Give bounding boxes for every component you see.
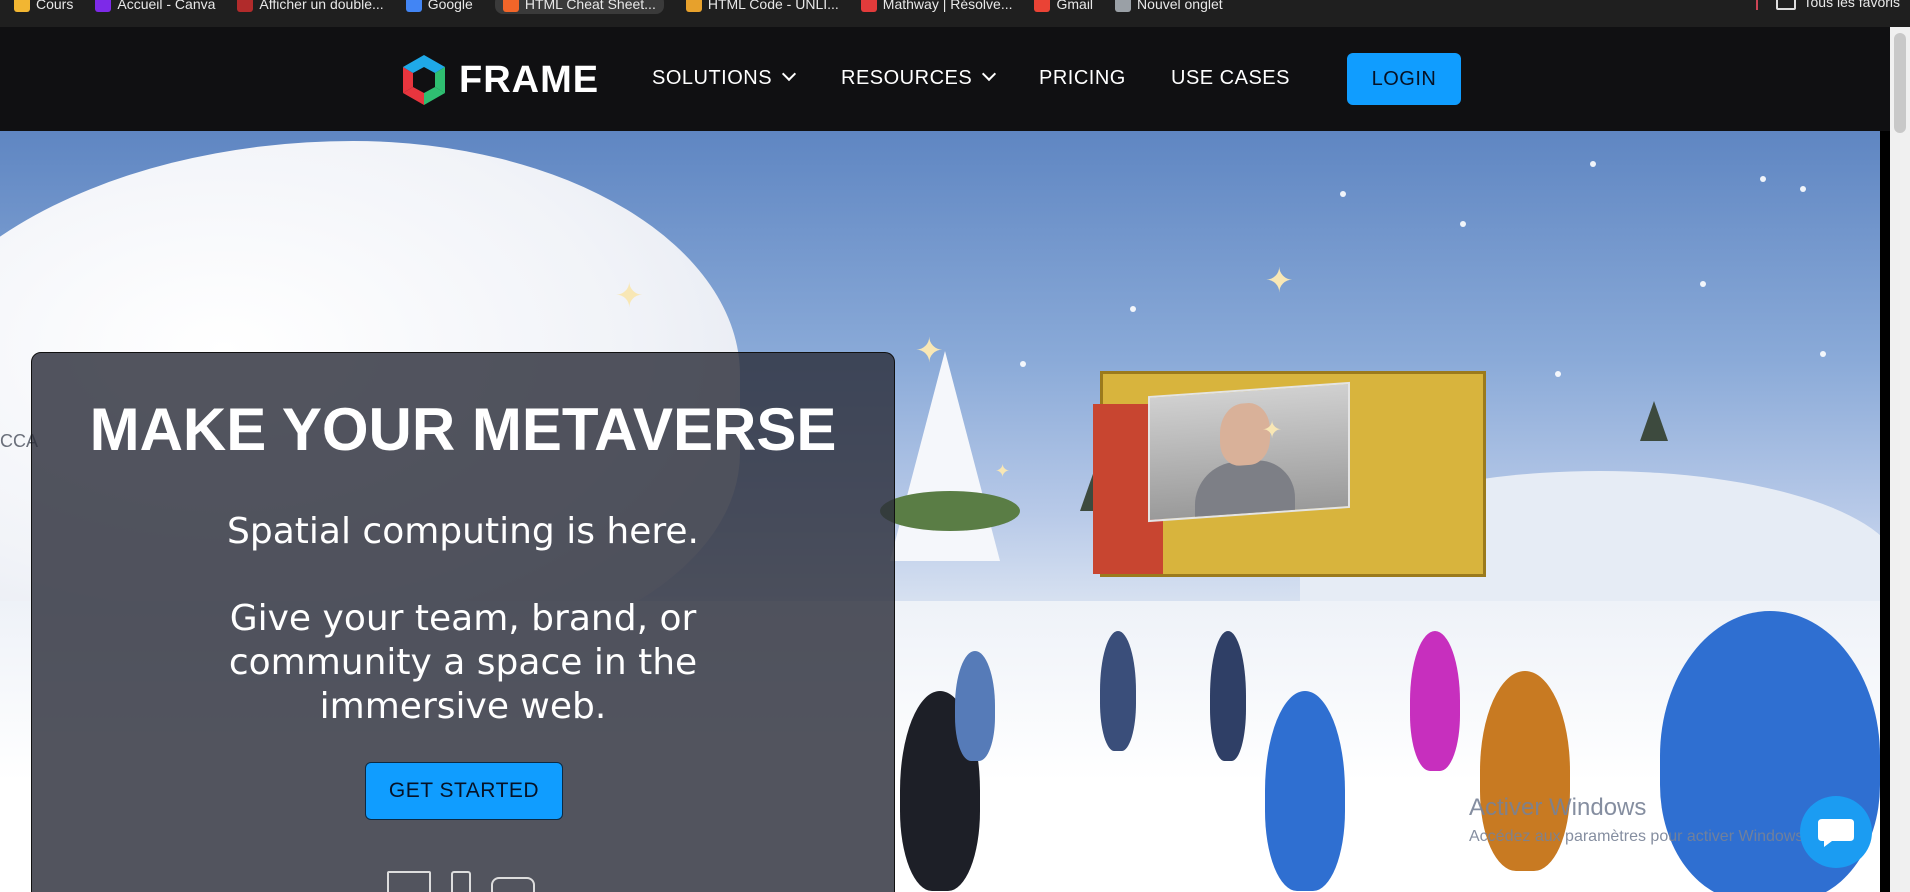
logo-text: FRAME bbox=[459, 58, 600, 101]
bookmark-label: Gmail bbox=[1056, 0, 1094, 12]
snowflake bbox=[1700, 281, 1706, 287]
bookmark-favicon-icon bbox=[1034, 0, 1051, 12]
bookmark-label: Cours bbox=[36, 0, 74, 12]
nav-pricing[interactable]: PRICING bbox=[1039, 67, 1126, 90]
avatar bbox=[1210, 631, 1246, 761]
snowflake bbox=[1020, 361, 1026, 367]
snowflake bbox=[1760, 176, 1766, 182]
bookmark-item[interactable]: Nouvel onglet bbox=[1115, 0, 1223, 14]
star-icon: ✦ bbox=[1265, 261, 1294, 301]
hero-headline: MAKE YOUR METAVERSE bbox=[89, 396, 837, 463]
bookmark-item[interactable]: Mathway | Résolve... bbox=[860, 0, 1013, 14]
bookmark-favicon-icon bbox=[860, 0, 877, 12]
chat-button[interactable] bbox=[1800, 796, 1872, 868]
pine-tree bbox=[1640, 401, 1668, 441]
hero-description: Give your team, brand, or community a sp… bbox=[228, 598, 698, 727]
bookmark-favicon-icon bbox=[502, 0, 519, 12]
nav-use-cases[interactable]: USE CASES bbox=[1171, 67, 1290, 90]
bookmark-item[interactable]: Accueil - Canva bbox=[95, 0, 215, 14]
snowflake bbox=[1820, 351, 1826, 357]
bookmark-label: Nouvel onglet bbox=[1137, 0, 1223, 12]
bookmark-item[interactable]: Google bbox=[405, 0, 473, 14]
snowflake bbox=[1800, 186, 1806, 192]
star-icon: ✦ bbox=[615, 276, 644, 316]
site-header: FRAME SOLUTIONS RESOURCES PRICING USE CA… bbox=[0, 27, 1890, 131]
bookmark-label: Accueil - Canva bbox=[117, 0, 216, 12]
bookmark-favicon-icon bbox=[237, 0, 254, 12]
nav-resources-label: RESOURCES bbox=[841, 67, 973, 89]
desktop-icon bbox=[387, 871, 431, 892]
video-screen bbox=[1148, 381, 1350, 523]
bookmark-favicon-icon bbox=[95, 0, 112, 12]
avatar bbox=[1410, 631, 1460, 771]
folder-icon bbox=[1775, 0, 1796, 10]
frame-logo-icon bbox=[403, 55, 445, 105]
nav-solutions-label: SOLUTIONS bbox=[652, 67, 773, 89]
nav-solutions[interactable]: SOLUTIONS bbox=[652, 66, 797, 90]
star-icon: ✦ bbox=[915, 331, 944, 371]
all-favorites[interactable]: Tous les favoris bbox=[1755, 0, 1900, 10]
device-icons bbox=[387, 871, 535, 892]
snowflake bbox=[1340, 191, 1346, 197]
bookmark-label: Google bbox=[427, 0, 473, 12]
hero-card: MAKE YOUR METAVERSE Spatial computing is… bbox=[31, 352, 895, 892]
windows-activation-watermark: Activer Windows Accédez aux paramètres p… bbox=[1469, 794, 1808, 846]
bookmark-favicon-icon bbox=[1115, 0, 1132, 12]
bookmark-item[interactable]: Gmail bbox=[1034, 0, 1093, 14]
phone-icon bbox=[451, 871, 471, 892]
login-button[interactable]: LOGIN bbox=[1347, 53, 1461, 105]
bookmark-item[interactable]: Cours bbox=[14, 0, 73, 14]
hero-subline: Spatial computing is here. bbox=[227, 511, 699, 552]
chevron-down-icon bbox=[782, 66, 797, 82]
avatar bbox=[1100, 631, 1136, 751]
star-icon: ✦ bbox=[1262, 416, 1283, 444]
snowflake bbox=[1590, 161, 1596, 167]
bookmark-item[interactable]: HTML Cheat Sheet... bbox=[494, 0, 664, 14]
snowflake bbox=[1130, 306, 1136, 312]
bookmark-label: Mathway | Résolve... bbox=[882, 0, 1013, 12]
star-icon: ✦ bbox=[995, 461, 1011, 482]
bookmark-favicon-icon bbox=[405, 0, 422, 12]
snowflake bbox=[1460, 221, 1466, 227]
person-body bbox=[1195, 457, 1295, 517]
chat-bubble-icon bbox=[1818, 819, 1854, 847]
bookmark-label: Afficher un double... bbox=[259, 0, 384, 12]
bookmark-item[interactable]: HTML Code - UNLI... bbox=[685, 0, 839, 14]
all-favorites-label: Tous les favoris bbox=[1803, 0, 1900, 10]
tree-garland bbox=[880, 491, 1020, 531]
frame-logo[interactable]: FRAME bbox=[399, 53, 599, 107]
bookmarks-list: Cours Accueil - Canva Afficher un double..… bbox=[14, 0, 1223, 14]
hero-section: ✦ ✦ ✦ ✦ ✦ CCA MAKE YOUR METAVERSE Spatia… bbox=[0, 131, 1880, 892]
watermark-title: Activer Windows bbox=[1469, 794, 1647, 821]
chevron-down-icon bbox=[982, 66, 997, 82]
bookmark-label: HTML Code - UNLI... bbox=[707, 0, 839, 12]
page-scrollbar[interactable] bbox=[1890, 27, 1910, 892]
vr-headset-icon bbox=[491, 877, 535, 892]
scrollbar-thumb[interactable] bbox=[1894, 33, 1906, 133]
bookmark-favicon-icon bbox=[685, 0, 702, 12]
bookmark-label: HTML Cheat Sheet... bbox=[524, 0, 656, 12]
get-started-button[interactable]: GET STARTED bbox=[365, 762, 563, 820]
bookmark-item[interactable]: Afficher un double... bbox=[237, 0, 384, 14]
avatar bbox=[955, 651, 995, 761]
bookmarks-bar: Cours Accueil - Canva Afficher un double..… bbox=[0, 0, 1910, 27]
snowflake bbox=[1555, 371, 1561, 377]
watermark-subtitle: Accédez aux paramètres pour activer Wind… bbox=[1469, 828, 1808, 845]
bookmark-favicon-icon bbox=[14, 0, 30, 12]
bookmarks-separator bbox=[1755, 0, 1758, 10]
nav-resources[interactable]: RESOURCES bbox=[841, 66, 997, 90]
avatar bbox=[1265, 691, 1345, 891]
